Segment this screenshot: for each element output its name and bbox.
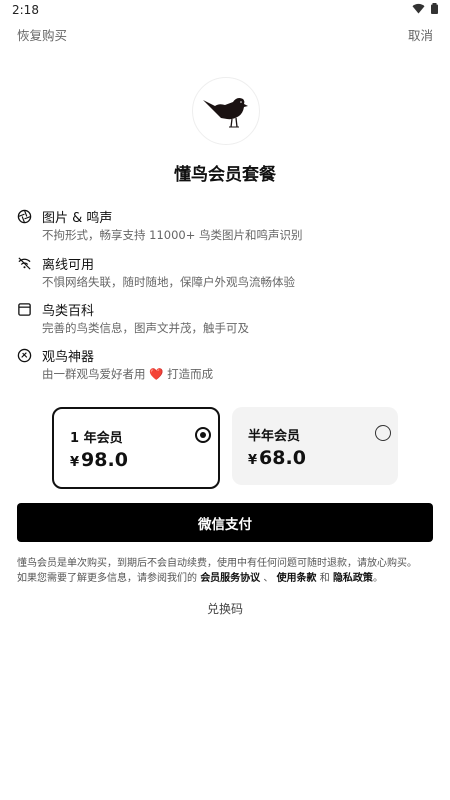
terms-prefix: 如果您需要了解更多信息，请参阅我们的 [17,573,197,584]
cancel-button[interactable]: 取消 [408,25,433,44]
feature-desc: 不惧网络失联，随时随地，保障户外观鸟流畅体验 [42,275,295,289]
currency-symbol: ¥ [248,453,258,468]
status-bar: 2:18 [0,0,450,20]
plan-card-annual[interactable]: 1 年会员 ¥98.0 [52,407,220,489]
terms-line-1: 懂鸟会员是单次购买，到期后不会自动续费，使用中有任何问题可随时退款，请放心购买。 [17,558,417,569]
book-icon [18,303,31,316]
terms-of-use-link[interactable]: 使用条款 [277,573,317,584]
badge-icon [17,348,32,363]
feature-title: 离线可用 [42,258,95,273]
feature-title: 图片 & 鸣声 [42,211,113,226]
terms-end: 。 [372,573,383,584]
feature-title: 鸟类百科 [42,304,95,319]
top-bar: 恢复购买 取消 [0,22,450,46]
feature-desc-after: 打造而成 [167,367,214,381]
app-logo [192,77,260,145]
aperture-icon [17,209,32,224]
plan-name: 1 年会员 [70,431,123,446]
plan-price: ¥68.0 [248,447,306,469]
currency-symbol: ¥ [70,455,80,470]
terms-separator: 和 [319,573,330,584]
feature-desc: 完善的鸟类信息，图声文并茂，触手可及 [42,321,249,335]
terms-line-2: 如果您需要了解更多信息，请参阅我们的 会员服务协议 、 使用条款 和 隐私政策。 [17,571,437,586]
plan-card-half-year[interactable]: 半年会员 ¥68.0 [232,407,398,485]
price-value: 98.0 [81,449,128,471]
plan-radio-selected[interactable] [195,427,211,443]
page-title: 懂鸟会员套餐 [174,165,276,185]
plan-name: 半年会员 [248,429,301,444]
heart-icon: ❤️ [149,367,164,381]
privacy-policy-link[interactable]: 隐私政策 [333,573,373,584]
bird-icon [203,98,248,128]
battery-icon [431,3,438,14]
plan-radio-unselected[interactable] [375,425,391,441]
feature-desc-before: 由一群观鸟爱好者用 [42,367,146,381]
wifi-off-icon [18,257,31,270]
restore-purchase-button[interactable]: 恢复购买 [17,25,67,44]
feature-title: 观鸟神器 [42,350,95,365]
terms-text: 懂鸟会员是单次购买，到期后不会自动续费，使用中有任何问题可随时退款，请放心购买。… [17,556,437,586]
terms-separator: 、 [263,573,274,584]
price-value: 68.0 [259,447,306,469]
redeem-code-button[interactable]: 兑换码 [0,600,450,617]
feature-desc: 由一群观鸟爱好者用 ❤️ 打造而成 [42,366,213,382]
status-time: 2:18 [12,3,39,17]
feature-desc: 不拘形式，畅享支持 11000+ 鸟类图片和鸣声识别 [42,228,303,242]
membership-agreement-link[interactable]: 会员服务协议 [200,573,260,584]
wifi-icon [412,3,425,14]
wechat-pay-button[interactable]: 微信支付 [17,503,433,542]
status-icons [412,3,438,14]
plan-price: ¥98.0 [70,449,128,471]
